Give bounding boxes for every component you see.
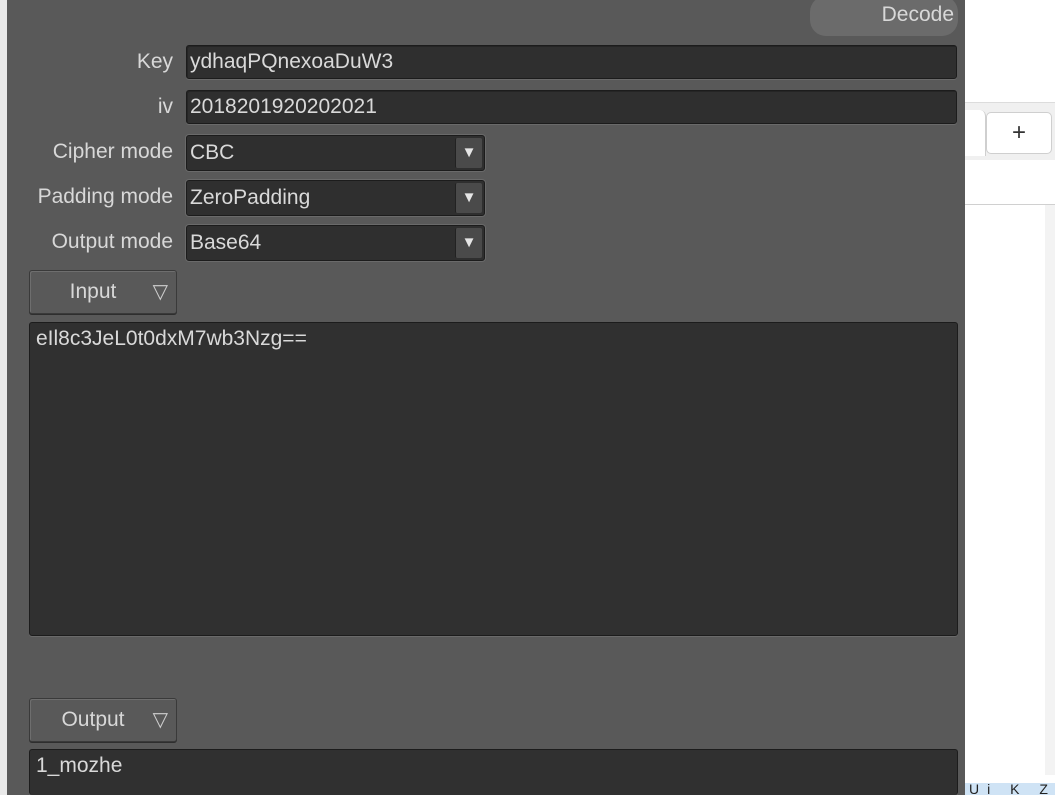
chevron-down-icon[interactable]: ▼ [455, 183, 482, 213]
input-format-label: Input [69, 280, 117, 303]
cipher-mode-label: Cipher mode [52, 140, 173, 163]
input-format-button[interactable]: Input ▽ [29, 270, 177, 314]
iv-label: iv [157, 95, 173, 118]
key-label: Key [136, 50, 173, 73]
new-tab-button[interactable]: + [986, 112, 1052, 154]
output-mode-value: Base64 [190, 231, 262, 254]
background-content [965, 205, 1055, 785]
dropdown-triangle-icon: ▽ [152, 281, 168, 303]
padding-mode-label: Padding mode [37, 185, 173, 208]
output-mode-select[interactable]: Base64 ▼ [186, 225, 485, 261]
output-format-button[interactable]: Output ▽ [29, 698, 177, 742]
output-textarea[interactable]: 1_mozhe [29, 749, 958, 795]
decode-button[interactable]: Decode [810, 0, 958, 36]
aes-decode-dialog: Decode Key ydhaqPQnexoaDuW3 iv 201820192… [7, 0, 965, 795]
background-bottom-text: Ui K Z [965, 783, 1055, 795]
background-title-area [965, 0, 1055, 102]
output-mode-label: Output mode [51, 230, 173, 253]
output-format-label: Output [61, 708, 125, 731]
dropdown-triangle-icon: ▽ [152, 709, 168, 731]
padding-mode-select[interactable]: ZeroPadding ▼ [186, 180, 485, 216]
iv-input[interactable]: 2018201920202021 [186, 90, 957, 124]
cipher-mode-value: CBC [190, 141, 235, 164]
background-toolbar [965, 160, 1055, 205]
chevron-down-icon[interactable]: ▼ [455, 138, 482, 168]
key-input[interactable]: ydhaqPQnexoaDuW3 [186, 45, 957, 79]
input-textarea[interactable]: eIl8c3JeL0t0dxM7wb3Nzg== [29, 322, 958, 636]
background-tab[interactable] [965, 110, 986, 156]
chevron-down-icon[interactable]: ▼ [455, 228, 482, 258]
background-scrollbar[interactable] [1045, 205, 1055, 775]
padding-mode-value: ZeroPadding [190, 186, 311, 209]
cipher-mode-select[interactable]: CBC ▼ [186, 135, 485, 171]
